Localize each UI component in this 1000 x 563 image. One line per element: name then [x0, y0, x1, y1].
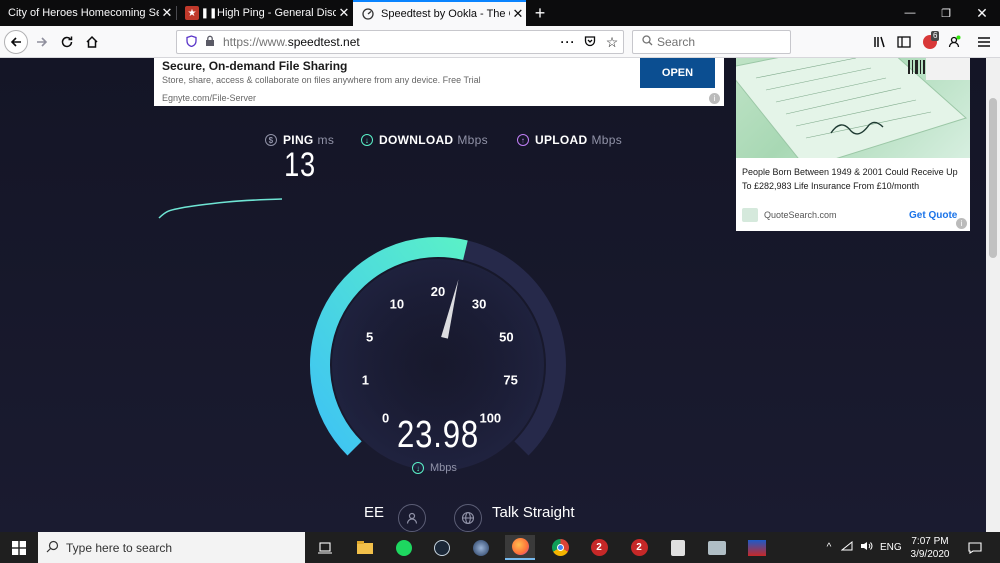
sidebar-icon	[897, 36, 911, 48]
library-icon	[874, 36, 885, 48]
home-button[interactable]	[80, 30, 104, 54]
notification-icon[interactable]	[960, 535, 990, 560]
search-icon	[637, 35, 657, 49]
menu-button[interactable]	[972, 30, 996, 54]
scrollbar-thumb[interactable]	[989, 98, 997, 258]
chrome-icon[interactable]	[545, 535, 575, 560]
volume-icon[interactable]	[856, 541, 876, 554]
steam-icon[interactable]	[427, 535, 457, 560]
taskbar-search[interactable]: Type here to search	[38, 532, 305, 563]
system-tray: ^ ENG	[820, 532, 902, 563]
search-placeholder: Search	[657, 35, 696, 49]
page-actions-icon[interactable]: ···	[557, 35, 579, 49]
search-icon	[38, 540, 66, 556]
page-scrollbar[interactable]	[986, 58, 1000, 532]
gauge-tick-label: 20	[431, 284, 445, 299]
download-icon: ↓	[412, 462, 424, 474]
close-icon[interactable]: ✕	[159, 5, 175, 21]
tab-label: High Ping - General Discussion	[217, 7, 336, 19]
account-button[interactable]	[942, 30, 966, 54]
network-icon[interactable]	[838, 540, 856, 554]
user-icon	[398, 504, 427, 532]
tab-strip: City of Heroes Homecoming Server ✕ ★ ❚❚ …	[0, 0, 1000, 26]
file-explorer-icon[interactable]	[350, 535, 380, 560]
hamburger-icon	[978, 37, 990, 47]
taskbar-search-placeholder: Type here to search	[66, 540, 173, 555]
gauge-tick-label: 5	[366, 330, 373, 345]
arrow-right-icon	[37, 37, 48, 47]
tab-high-ping[interactable]: ★ ❚❚ High Ping - General Discussion ✕	[177, 0, 352, 26]
speed-gauge: 0151020305075100	[310, 237, 566, 471]
pocket-icon[interactable]	[579, 35, 601, 50]
tab-label: Speedtest by Ookla - The Global	[381, 8, 510, 20]
task-view-icon[interactable]	[310, 535, 340, 560]
gauge-tick-label: 50	[499, 330, 513, 345]
server-info[interactable]: Talk Straight	[454, 504, 575, 532]
app-icon[interactable]	[663, 535, 693, 560]
gauge-tick-label: 10	[390, 296, 404, 311]
windows-logo-icon	[12, 540, 26, 555]
gauge-tick-label: 1	[362, 372, 369, 387]
app-icon[interactable]	[466, 535, 496, 560]
restore-button[interactable]: ❐	[928, 0, 964, 26]
pause-icon: ❚❚	[200, 7, 218, 19]
search-bar[interactable]: Search	[632, 30, 791, 54]
gauge-tick-label: 30	[472, 296, 486, 311]
app-icon[interactable]	[702, 535, 732, 560]
url-bar[interactable]: https://www. speedtest.net ··· ☆	[176, 30, 624, 54]
new-tab-button[interactable]: +	[530, 3, 550, 23]
library-button[interactable]	[868, 30, 892, 54]
chevron-up-icon[interactable]: ^	[820, 542, 838, 553]
windows-taskbar: Type here to search 2 2 ^ ENG 7:07 PM 3/…	[0, 532, 1000, 563]
start-button[interactable]	[0, 532, 38, 563]
clock-time: 7:07 PM	[911, 536, 949, 547]
account-icon	[948, 35, 961, 48]
isp-name: EE	[364, 503, 385, 521]
reload-button[interactable]	[55, 30, 79, 54]
tab-speedtest[interactable]: Speedtest by Ookla - The Global ✕	[353, 0, 526, 26]
close-window-button[interactable]: ✕	[964, 0, 1000, 26]
home-icon	[86, 35, 98, 48]
game-icon[interactable]: 2	[624, 535, 654, 560]
navigation-toolbar: https://www. speedtest.net ··· ☆ Search …	[0, 26, 1000, 58]
game-icon[interactable]: 2	[584, 535, 614, 560]
server-name: Talk Straight	[492, 503, 575, 521]
gauge-tick-label: 75	[503, 372, 517, 387]
app-icon[interactable]	[742, 535, 772, 560]
spotify-icon[interactable]	[389, 535, 419, 560]
extension-button[interactable]: 6	[918, 30, 942, 54]
firefox-icon[interactable]	[505, 535, 535, 560]
forward-button[interactable]	[30, 30, 54, 54]
back-button[interactable]	[4, 30, 28, 54]
close-icon[interactable]: ✕	[510, 6, 526, 22]
clock-date: 3/9/2020	[910, 549, 950, 560]
isp-info: EE	[364, 503, 427, 532]
reload-icon	[61, 36, 73, 48]
speedtest-page: Secure, On-demand File Sharing Store, sh…	[0, 58, 986, 532]
arrow-left-icon	[10, 37, 21, 47]
tab-label: City of Heroes Homecoming Server	[8, 7, 159, 19]
sidebar-button[interactable]	[892, 30, 916, 54]
minimize-button[interactable]: —	[892, 0, 928, 26]
globe-icon	[454, 504, 482, 532]
speedometer-icon	[361, 7, 375, 21]
url-domain: speedtest.net	[287, 35, 360, 49]
system-clock[interactable]: 7:07 PM 3/9/2020	[906, 535, 954, 561]
lock-icon[interactable]	[201, 35, 219, 50]
gauge-unit: Mbps	[430, 462, 457, 474]
gauge-value: 23.98	[396, 414, 480, 456]
star-icon: ★	[185, 6, 199, 20]
tab-city-of-heroes[interactable]: City of Heroes Homecoming Server ✕	[0, 0, 175, 26]
language-indicator[interactable]: ENG	[880, 542, 902, 553]
gauge-unit-row: ↓ Mbps	[412, 462, 457, 474]
tracking-shield-icon[interactable]	[181, 34, 201, 50]
url-protocol: https://www.	[223, 35, 288, 49]
bookmark-star-icon[interactable]: ☆	[601, 34, 623, 51]
extension-badge: 6	[931, 31, 940, 41]
close-icon[interactable]: ✕	[336, 5, 352, 21]
